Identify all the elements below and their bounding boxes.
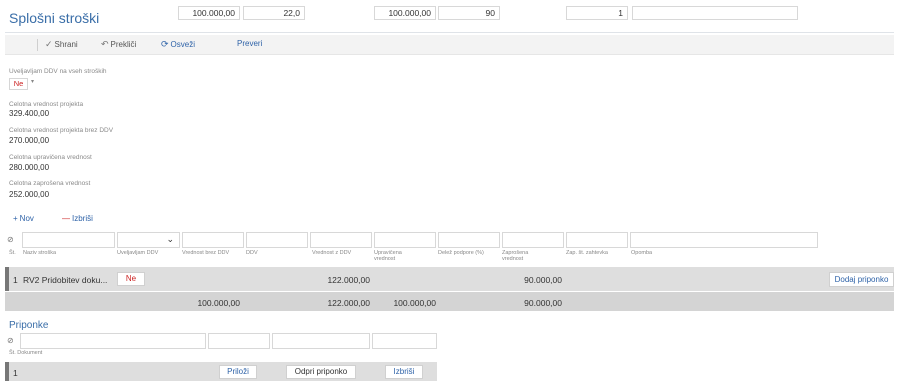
att-col-header: Št. Dokument (9, 350, 42, 356)
save-label: Shrani (54, 40, 78, 49)
filter-name[interactable] (22, 232, 115, 248)
undo-icon: ↶ (101, 39, 109, 49)
filter-requested[interactable] (502, 232, 564, 248)
col-name[interactable]: Naziv stroška (23, 250, 56, 256)
col-note[interactable]: Opomba (631, 250, 652, 256)
plus-icon: + (13, 214, 18, 223)
open-attachment-button[interactable]: Odpri priponko (286, 365, 356, 379)
filter-support[interactable] (438, 232, 500, 248)
check-button[interactable]: Preveri (237, 39, 262, 48)
col-num-label: Št. (9, 250, 16, 256)
filter-vat[interactable]: ⌄ (117, 232, 180, 248)
total-requested-label: Celotna zaprošena vrednost (9, 180, 91, 187)
att-col-doc[interactable]: Dokument (17, 350, 42, 356)
col-with-vat[interactable]: Vrednost z DDV (312, 250, 351, 256)
delete-button[interactable]: — Izbriši (62, 214, 93, 223)
check-label: Preveri (237, 39, 263, 48)
row-selection-marker (5, 362, 9, 381)
filter-with-vat[interactable] (310, 232, 372, 248)
sum-with-vat: 122.000,00 (327, 298, 370, 308)
page-title: Splošni stroški (9, 10, 100, 26)
toolbar-separator (37, 39, 38, 51)
new-label: Nov (19, 214, 34, 223)
total-eligible-value: 280.000,00 (9, 163, 50, 172)
sum-eligible: 100.000,00 (393, 298, 436, 308)
row-support-input[interactable]: 90 (438, 6, 500, 20)
minus-icon: — (62, 214, 70, 223)
check-icon: ✓ (45, 39, 53, 49)
toolbar: ✓ Shrani ↶ Prekliči ⟳ Osveži Preveri (5, 35, 894, 55)
total-requested-value: 252.000,00 (9, 190, 50, 199)
attach-file-button[interactable]: Priloži (219, 365, 257, 379)
col-ddv[interactable]: DDV (246, 250, 258, 256)
total-no-vat-label: Celotna vrednost projekta brez DDV (9, 127, 114, 134)
col-no-vat[interactable]: Vrednost brez DDV (182, 250, 229, 256)
filter-icon: ⊘ (7, 235, 14, 244)
row-vat-select[interactable]: Ne (117, 272, 145, 286)
filter-eligible[interactable] (374, 232, 436, 248)
filter-note[interactable] (630, 232, 818, 248)
att-row-num: 1 (13, 368, 18, 378)
new-button[interactable]: + Nov (13, 214, 34, 223)
add-attachment-button[interactable]: Dodaj priponko (829, 272, 894, 287)
sum-no-vat: 100.000,00 (197, 298, 240, 308)
total-eligible-label: Celotna upravičena vrednost (9, 154, 92, 161)
row-no-vat-input[interactable]: 100.000,00 (178, 6, 240, 20)
filter-attach[interactable] (208, 333, 270, 349)
filter-row: ⊘ ⌄ (5, 232, 818, 248)
vat-all-select[interactable]: Ne (9, 78, 28, 90)
totals-row (5, 292, 894, 311)
vat-all-label: Uveljavljam DDV na vseh stroških (9, 68, 107, 75)
refresh-label: Osveži (170, 40, 195, 49)
row-eligible-input[interactable]: 100.000,00 (374, 6, 436, 20)
attachments-title: Priponke (9, 320, 49, 331)
chevron-down-icon[interactable]: ▾ (31, 78, 34, 85)
att-col-num[interactable]: Št. (9, 350, 16, 356)
save-button[interactable]: ✓ Shrani (45, 39, 78, 50)
row-req-no-input[interactable]: 1 (566, 6, 628, 20)
sum-requested: 90.000,00 (524, 298, 562, 308)
row-with-vat: 122.000,00 (327, 275, 370, 285)
row-selection-marker (5, 267, 9, 291)
col-requested[interactable]: Zaprošena vrednost (502, 250, 548, 262)
row-num: 1 (13, 275, 18, 285)
filter-no-vat[interactable] (182, 232, 244, 248)
delete-attachment-button[interactable]: Izbriši (385, 365, 423, 379)
row-requested: 90.000,00 (524, 275, 562, 285)
col-num[interactable]: Št. (9, 250, 16, 256)
filter-ddv[interactable] (246, 232, 308, 248)
row-note-input[interactable] (632, 6, 798, 20)
row-name[interactable]: RV2 Pridobitev doku... (23, 275, 107, 285)
cancel-label: Prekliči (110, 40, 137, 49)
title-divider (5, 32, 894, 33)
filter-icon: ⊘ (7, 336, 14, 345)
col-eligible[interactable]: Upravičena vrednost (374, 250, 420, 262)
col-req-no[interactable]: Zap. št. zahtevka (566, 250, 608, 256)
cancel-button[interactable]: ↶ Prekliči (101, 39, 136, 50)
total-no-vat-value: 270.000,00 (9, 136, 50, 145)
filter-document[interactable] (20, 333, 206, 349)
total-value: 329.400,00 (9, 109, 50, 118)
col-vat[interactable]: Uveljavljam DDV (117, 250, 158, 256)
delete-label: Izbriši (72, 214, 93, 223)
chevron-down-icon: ⌄ (166, 234, 174, 244)
total-value-label: Celotna vrednost projekta (9, 101, 84, 108)
refresh-button[interactable]: ⟳ Osveži (161, 39, 195, 50)
row-ddv-input[interactable]: 22,0 (243, 6, 305, 20)
col-support[interactable]: Delež podpore (%) (438, 250, 484, 256)
filter-delete[interactable] (372, 333, 437, 349)
refresh-icon: ⟳ (161, 39, 169, 49)
filter-open[interactable] (272, 333, 370, 349)
filter-req-no[interactable] (566, 232, 628, 248)
